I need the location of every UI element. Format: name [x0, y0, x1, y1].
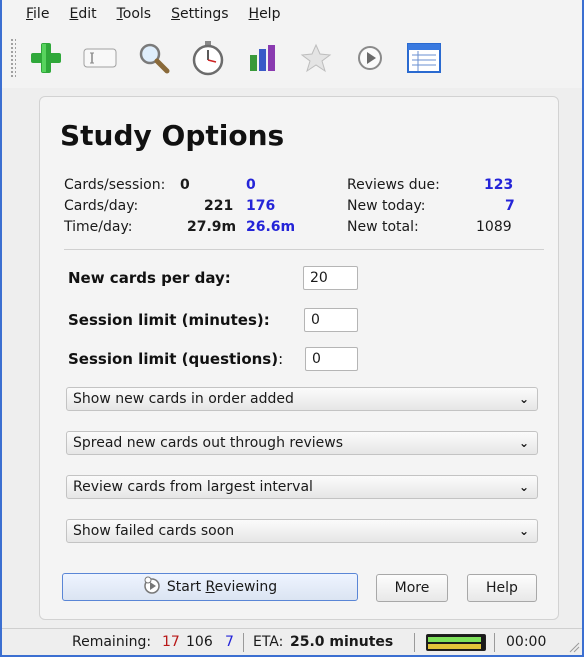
stats-row-time-day: Time/day: 27.9m 26.6m New total: 1089 [64, 219, 524, 240]
session-questions-label: Session limit (questions): [68, 350, 283, 368]
session-questions-text: Session limit (questions) [68, 350, 279, 368]
new-spread-select-value: Spread new cards out through reviews [73, 435, 343, 451]
new-order-select[interactable]: Show new cards in order added ⌄ [66, 387, 538, 411]
main-window: File Edit Tools Settings Help Study Opti… [0, 0, 584, 657]
time-day-label: Time/day: [64, 219, 133, 235]
review-order-select-value: Review cards from largest interval [73, 479, 313, 495]
stats-table: Cards/session: 0 0 Reviews due: 123 Card… [64, 177, 524, 240]
new-total-value: 1089 [476, 219, 512, 235]
progress-bar-fill-yellow [428, 644, 481, 649]
progress-bar-fill-green [428, 637, 481, 642]
status-separator [494, 633, 495, 652]
time-day-value-new: 26.6m [246, 219, 296, 235]
star-icon[interactable] [296, 38, 336, 78]
status-bar: Remaining: 17 106 7 ETA: 25.0 minutes 00… [2, 628, 582, 655]
cards-session-label: Cards/session: [64, 177, 166, 193]
start-reviewing-label-suffix: eviewing [214, 579, 278, 595]
menu-bar: File Edit Tools Settings Help [2, 0, 582, 28]
session-questions-input[interactable]: 0 [305, 347, 358, 371]
failed-cards-select-value: Show failed cards soon [73, 523, 235, 539]
toolbar [2, 28, 582, 88]
study-options-panel: Study Options Cards/session: 0 0 Reviews… [39, 96, 559, 620]
help-button[interactable]: Help [467, 574, 537, 602]
eta-value: 25.0 minutes [290, 634, 394, 650]
eta-label: ETA: [253, 634, 284, 650]
cards-session-value: 0 [180, 177, 190, 193]
chevron-down-icon: ⌄ [518, 480, 529, 494]
new-spread-select[interactable]: Spread new cards out through reviews ⌄ [66, 431, 538, 455]
status-separator [243, 633, 244, 652]
reviews-due-value: 123 [484, 177, 514, 193]
stats-row-cards-session: Cards/session: 0 0 Reviews due: 123 [64, 177, 524, 198]
play-icon[interactable] [350, 38, 390, 78]
stats-row-cards-day: Cards/day: 221 176 New today: 7 [64, 198, 524, 219]
menu-file[interactable]: File [26, 6, 49, 22]
new-order-select-value: Show new cards in order added [73, 391, 294, 407]
cards-day-value: 221 [204, 198, 234, 214]
remaining-failed-count: 17 [162, 634, 180, 650]
new-today-label: New today: [347, 198, 426, 214]
new-per-day-input[interactable]: 20 [303, 266, 358, 290]
start-reviewing-label-prefix: Start [166, 579, 206, 595]
toolbar-grip-handle[interactable] [10, 38, 16, 78]
chevron-down-icon: ⌄ [518, 524, 529, 538]
new-total-label: New total: [347, 219, 419, 235]
cards-day-label: Cards/day: [64, 198, 139, 214]
search-icon[interactable] [134, 38, 174, 78]
reviews-due-label: Reviews due: [347, 177, 440, 193]
stats-divider [64, 249, 544, 250]
session-timer: 00:00 [506, 634, 547, 650]
session-minutes-input[interactable]: 0 [304, 308, 358, 332]
chevron-down-icon: ⌄ [518, 436, 529, 450]
status-separator [414, 633, 415, 652]
menu-edit[interactable]: Edit [69, 6, 96, 22]
start-reviewing-button[interactable]: Start Reviewing [62, 573, 358, 601]
remaining-new-count: 7 [225, 634, 234, 650]
menu-tools[interactable]: Tools [117, 6, 152, 22]
page-title: Study Options [60, 119, 285, 152]
new-per-day-label: New cards per day: [68, 269, 231, 287]
progress-bar [426, 634, 486, 651]
session-minutes-label: Session limit (minutes): [68, 311, 270, 329]
add-cards-icon[interactable] [26, 38, 66, 78]
failed-cards-select[interactable]: Show failed cards soon ⌄ [66, 519, 538, 543]
start-reviewing-mnemonic: R [205, 579, 215, 595]
time-day-value: 27.9m [187, 219, 237, 235]
start-reviewing-icon [143, 576, 161, 603]
menu-settings[interactable]: Settings [171, 6, 228, 22]
chevron-down-icon: ⌄ [518, 392, 529, 406]
card-list-icon[interactable] [404, 38, 444, 78]
resize-grip-icon[interactable] [568, 641, 580, 653]
new-today-value: 7 [505, 198, 515, 214]
menu-help[interactable]: Help [249, 6, 281, 22]
session-questions-colon: : [278, 350, 284, 368]
card-field-icon[interactable] [80, 38, 120, 78]
review-order-select[interactable]: Review cards from largest interval ⌄ [66, 475, 538, 499]
remaining-label: Remaining: [72, 634, 152, 650]
timer-icon[interactable] [188, 38, 228, 78]
cards-session-value-new: 0 [246, 177, 256, 193]
remaining-review-count: 106 [186, 634, 213, 650]
more-button[interactable]: More [376, 574, 448, 602]
cards-day-value-new: 176 [246, 198, 276, 214]
graph-icon[interactable] [242, 38, 282, 78]
